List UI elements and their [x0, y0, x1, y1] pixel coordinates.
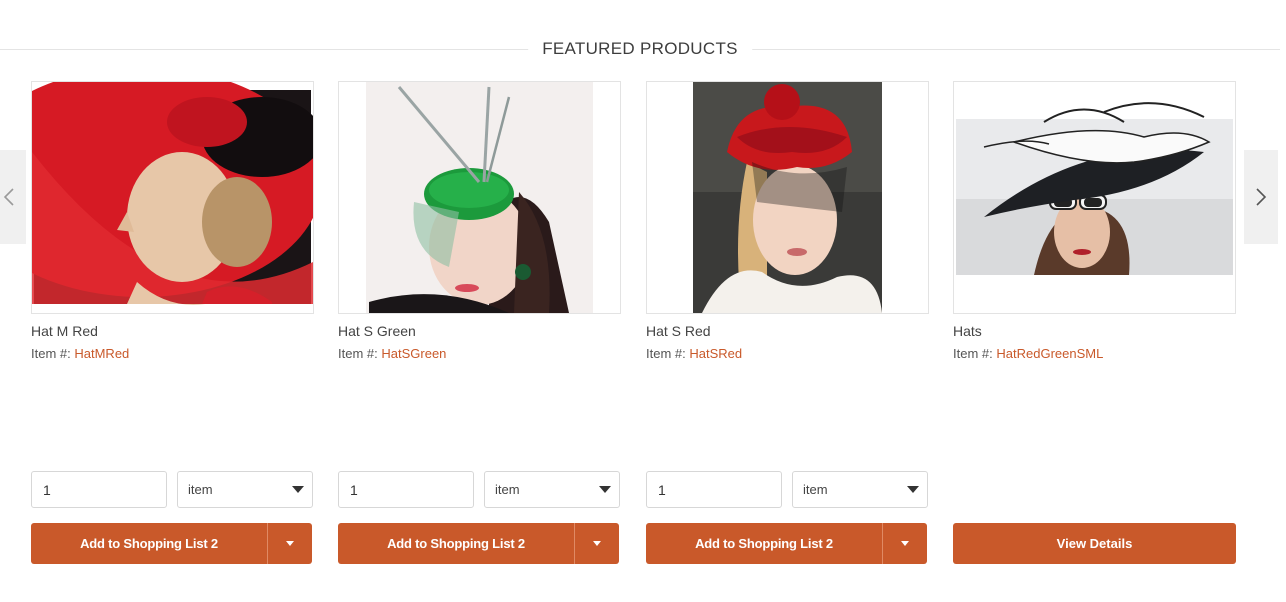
- view-details-button[interactable]: View Details: [953, 523, 1236, 564]
- product-name[interactable]: Hat S Red: [646, 323, 711, 339]
- unit-select[interactable]: item: [484, 471, 620, 508]
- chevron-right-icon: [1256, 188, 1267, 206]
- shopping-list-dropdown-toggle[interactable]: [883, 523, 927, 564]
- item-code-link[interactable]: HatRedGreenSML: [996, 346, 1103, 361]
- add-to-shopping-list-button[interactable]: Add to Shopping List 2: [338, 523, 574, 564]
- caret-down-icon: [286, 541, 294, 546]
- shopping-list-dropdown-toggle[interactable]: [575, 523, 619, 564]
- unit-select[interactable]: item: [792, 471, 928, 508]
- caret-down-icon: [593, 541, 601, 546]
- featured-products-header: FEATURED PRODUCTS: [0, 38, 1280, 60]
- add-to-list-button-group: Add to Shopping List 2: [646, 523, 927, 564]
- product-item-number: Item #: HatSRed: [646, 346, 742, 361]
- add-to-shopping-list-button[interactable]: Add to Shopping List 2: [646, 523, 882, 564]
- product-image[interactable]: [646, 81, 929, 314]
- product-photo: [32, 82, 313, 313]
- product-name[interactable]: Hats: [953, 323, 982, 339]
- product-image[interactable]: [338, 81, 621, 314]
- item-number-label: Item #:: [953, 346, 993, 361]
- product-name[interactable]: Hat S Green: [338, 323, 416, 339]
- item-number-label: Item #:: [31, 346, 71, 361]
- quantity-input[interactable]: [31, 471, 167, 508]
- product-item-number: Item #: HatSGreen: [338, 346, 446, 361]
- quantity-input[interactable]: [646, 471, 782, 508]
- unit-select-value: item: [188, 482, 213, 497]
- chevron-down-icon: [599, 486, 611, 493]
- chevron-down-icon: [907, 486, 919, 493]
- unit-select-value: item: [803, 482, 828, 497]
- item-code-link[interactable]: HatSRed: [689, 346, 742, 361]
- product-item-number: Item #: HatRedGreenSML: [953, 346, 1103, 361]
- item-number-label: Item #:: [338, 346, 378, 361]
- product-photo: [647, 82, 928, 313]
- add-to-list-button-group: Add to Shopping List 2: [31, 523, 312, 564]
- unit-select-value: item: [495, 482, 520, 497]
- carousel-prev-button[interactable]: [0, 150, 26, 244]
- caret-down-icon: [901, 541, 909, 546]
- product-photo: [339, 82, 620, 313]
- unit-select[interactable]: item: [177, 471, 313, 508]
- product-item-number: Item #: HatMRed: [31, 346, 129, 361]
- add-to-list-button-group: Add to Shopping List 2: [338, 523, 619, 564]
- product-photo: [954, 82, 1235, 313]
- quantity-input[interactable]: [338, 471, 474, 508]
- chevron-left-icon: [3, 188, 14, 206]
- add-to-shopping-list-button[interactable]: Add to Shopping List 2: [31, 523, 267, 564]
- product-card: Hat S Red Item #: HatSRed item Add to Sh…: [646, 81, 929, 564]
- product-name[interactable]: Hat M Red: [31, 323, 98, 339]
- item-number-label: Item #:: [646, 346, 686, 361]
- item-code-link[interactable]: HatSGreen: [381, 346, 446, 361]
- product-card: Hats Item #: HatRedGreenSML View Details: [953, 81, 1236, 564]
- shopping-list-dropdown-toggle[interactable]: [268, 523, 312, 564]
- product-card: Hat S Green Item #: HatSGreen item Add t…: [338, 81, 621, 564]
- carousel-next-button[interactable]: [1244, 150, 1278, 244]
- chevron-down-icon: [292, 486, 304, 493]
- item-code-link[interactable]: HatMRed: [74, 346, 129, 361]
- product-image[interactable]: [953, 81, 1236, 314]
- product-image[interactable]: [31, 81, 314, 314]
- product-card: Hat M Red Item #: HatMRed item Add to Sh…: [31, 81, 314, 564]
- section-title: FEATURED PRODUCTS: [528, 38, 752, 60]
